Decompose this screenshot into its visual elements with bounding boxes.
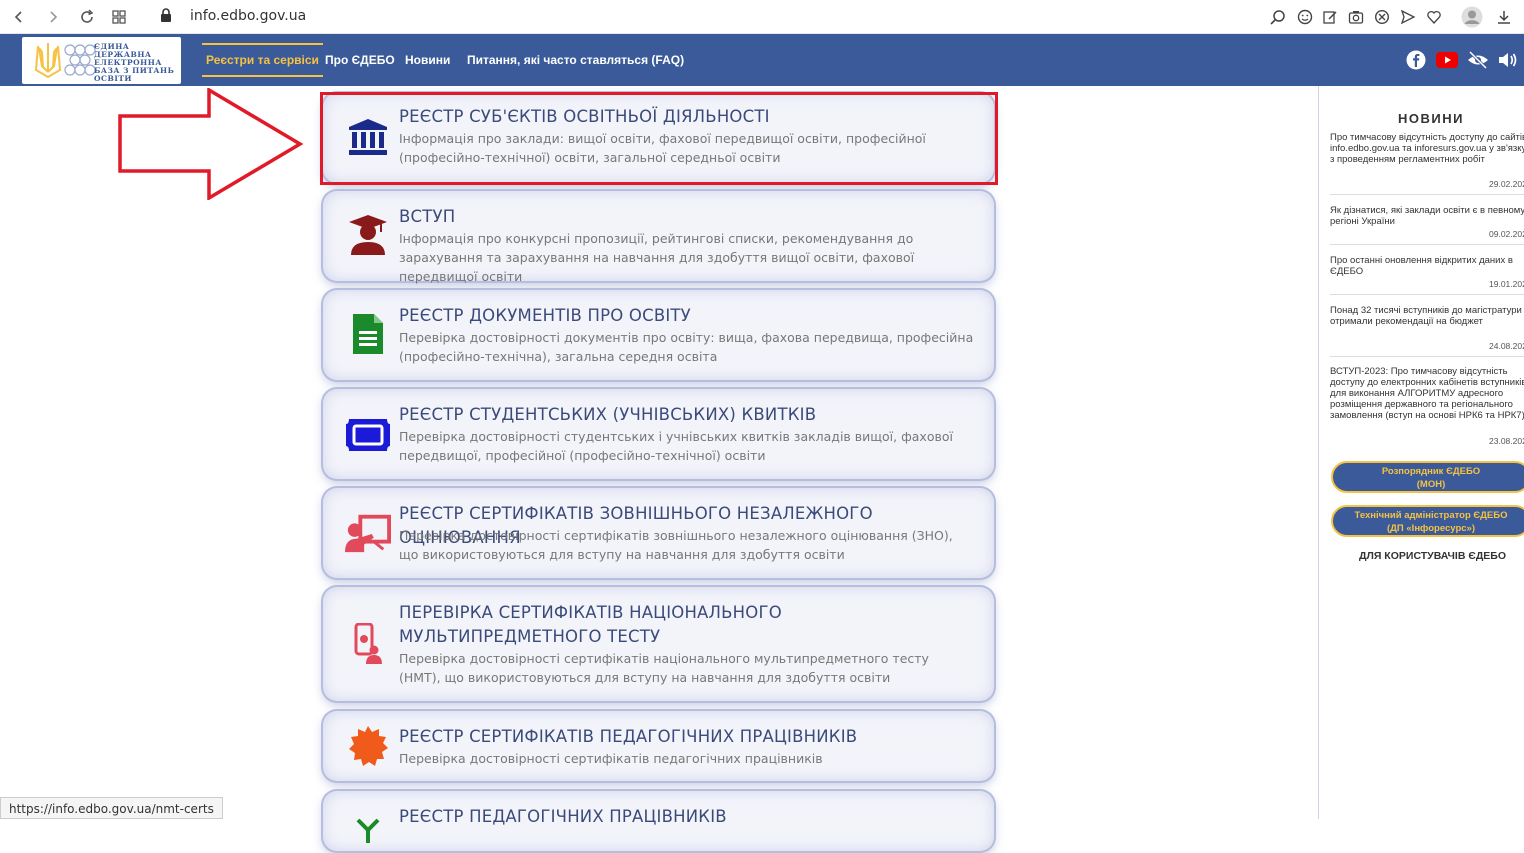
- emoji-icon[interactable]: [1295, 7, 1315, 27]
- forward-icon[interactable]: [42, 6, 64, 28]
- button-label: (МОН): [1416, 479, 1446, 490]
- mobile-user-icon: [345, 621, 391, 667]
- camera-icon[interactable]: [1346, 7, 1366, 27]
- leaf-icon: [345, 807, 391, 853]
- menu-item-about[interactable]: Про ЄДЕБО: [325, 53, 395, 67]
- graduate-icon: [345, 212, 391, 258]
- status-bar-url: https://info.edbo.gov.ua/nmt-certs: [0, 797, 223, 819]
- card-documents-registry[interactable]: РЕЄСТР ДОКУМЕНТІВ ПРО ОСВІТУ Перевірка д…: [323, 290, 994, 380]
- heart-icon[interactable]: [1424, 7, 1444, 27]
- card-zno-certificates-registry[interactable]: РЕЄСТР СЕРТИФІКАТІВ ЗОВНІШНЬОГО НЕЗАЛЕЖН…: [323, 488, 994, 578]
- site-logo[interactable]: ЄДИНА ДЕРЖАВНА ЕЛЕКТРОННА БАЗА З ПИТАНЬ …: [22, 37, 181, 84]
- menu-item-registers[interactable]: Реєстри та сервіси: [202, 43, 323, 77]
- card-title: ВСТУП: [399, 207, 456, 226]
- teacher-board-icon: [345, 510, 391, 556]
- news-item[interactable]: Понад 32 тисячі вступників до магістрату…: [1330, 305, 1524, 327]
- card-description: Перевірка достовірності сертифікатів зов…: [399, 528, 953, 562]
- ministry-button[interactable]: Розпорядник ЄДЕБО (МОН): [1331, 461, 1524, 493]
- document-icon: [345, 311, 391, 357]
- card-description: Перевірка достовірності сертифікатів пед…: [399, 751, 823, 766]
- logo-text: ЄДИНА ДЕРЖАВНА ЕЛЕКТРОННА БАЗА З ПИТАНЬ …: [94, 43, 174, 83]
- card-pedagogical-workers-registry[interactable]: РЕЄСТР ПЕДАГОГІЧНИХ ПРАЦІВНИКІВ: [323, 791, 994, 851]
- send-icon[interactable]: [1398, 7, 1418, 27]
- news-date: 19.01.2024: [1489, 279, 1524, 289]
- back-icon[interactable]: [8, 6, 30, 28]
- card-description: Інформація про конкурсні пропозиції, рей…: [399, 231, 915, 284]
- card-title: ПЕРЕВІРКА СЕРТИФІКАТІВ НАЦІОНАЛЬНОГО МУЛ…: [399, 603, 782, 646]
- card-title: РЕЄСТР ДОКУМЕНТІВ ПРО ОСВІТУ: [399, 306, 691, 325]
- card-nmt-certificates-check[interactable]: ПЕРЕВІРКА СЕРТИФІКАТІВ НАЦІОНАЛЬНОГО МУЛ…: [323, 587, 994, 701]
- news-item[interactable]: Про останні оновлення відкритих даних в …: [1330, 255, 1524, 277]
- address-bar[interactable]: info.edbo.gov.ua: [190, 8, 306, 24]
- card-description: Перевірка достовірності документів про о…: [399, 330, 974, 364]
- news-separator: [1330, 194, 1524, 195]
- button-label: Розпорядник ЄДЕБО: [1381, 466, 1481, 477]
- news-item[interactable]: Про тимчасову відсутність доступу до сай…: [1330, 132, 1524, 165]
- lock-icon[interactable]: [160, 8, 172, 28]
- card-description: Перевірка достовірності студентських і у…: [399, 429, 953, 463]
- card-title: РЕЄСТР СЕРТИФІКАТІВ ПЕДАГОГІЧНИХ ПРАЦІВН…: [399, 727, 858, 746]
- browser-toolbar: info.edbo.gov.ua: [0, 0, 1524, 34]
- card-title: РЕЄСТР ПЕДАГОГІЧНИХ ПРАЦІВНИКІВ: [399, 807, 727, 826]
- facebook-icon[interactable]: [1405, 49, 1427, 71]
- card-pedagogical-certificates-registry[interactable]: РЕЄСТР СЕРТИФІКАТІВ ПЕДАГОГІЧНИХ ПРАЦІВН…: [323, 711, 994, 781]
- red-arrow-annotation: [118, 88, 304, 200]
- news-item[interactable]: ВСТУП-2023: Про тимчасову відсутність до…: [1330, 366, 1524, 421]
- site-header: ЄДИНА ДЕРЖАВНА ЕЛЕКТРОННА БАЗА З ПИТАНЬ …: [0, 34, 1524, 86]
- card-description: Перевірка достовірності сертифікатів нац…: [399, 651, 929, 685]
- news-date: 23.08.2023: [1489, 436, 1524, 446]
- news-date: 09.02.2024: [1489, 229, 1524, 239]
- profile-avatar-icon[interactable]: [1460, 5, 1484, 29]
- download-icon[interactable]: [1494, 7, 1514, 27]
- reload-icon[interactable]: [76, 6, 98, 28]
- card-admission[interactable]: ВСТУП Інформація про конкурсні пропозиці…: [323, 191, 994, 284]
- block-icon[interactable]: [1372, 7, 1392, 27]
- sidebar-title: НОВИНИ: [1398, 111, 1464, 126]
- news-sidebar: НОВИНИ Про тимчасову відсутність доступу…: [1318, 86, 1524, 819]
- ticket-icon: [345, 412, 391, 458]
- hexagon-pattern-icon: [64, 44, 96, 76]
- sound-icon[interactable]: [1498, 49, 1520, 71]
- menu-item-news[interactable]: Новини: [405, 53, 450, 67]
- news-separator: [1330, 294, 1524, 295]
- youtube-icon[interactable]: [1436, 49, 1458, 71]
- certificate-seal-icon: [345, 723, 391, 769]
- edit-icon[interactable]: [1320, 7, 1340, 27]
- red-highlight-box: [320, 92, 998, 185]
- grid-icon[interactable]: [108, 6, 130, 28]
- logo-line: ОСВІТИ: [94, 74, 133, 83]
- for-users-link[interactable]: ДЛЯ КОРИСТУВАЧІВ ЄДЕБО: [1359, 550, 1506, 562]
- button-label: (ДП «Інфоресурс»): [1387, 523, 1475, 534]
- low-vision-icon[interactable]: [1467, 49, 1489, 71]
- news-separator: [1330, 244, 1524, 245]
- menu-item-faq[interactable]: Питання, які часто ставляться (FAQ): [467, 53, 684, 67]
- trident-icon: [34, 43, 62, 79]
- card-student-tickets-registry[interactable]: РЕЄСТР СТУДЕНТСЬКИХ (УЧНІВСЬКИХ) КВИТКІВ…: [323, 389, 994, 479]
- button-label: Технічний адміністратор ЄДЕБО: [1354, 510, 1508, 521]
- card-title: РЕЄСТР СТУДЕНТСЬКИХ (УЧНІВСЬКИХ) КВИТКІВ: [399, 405, 817, 424]
- tech-admin-button[interactable]: Технічний адміністратор ЄДЕБО (ДП «Інфор…: [1331, 505, 1524, 537]
- news-date: 29.02.2024: [1489, 179, 1524, 189]
- news-date: 24.08.2023: [1489, 341, 1524, 351]
- search-page-icon[interactable]: [1268, 7, 1288, 27]
- news-separator: [1330, 356, 1524, 357]
- news-item[interactable]: Як дізнатися, які заклади освіти є в пев…: [1330, 205, 1524, 227]
